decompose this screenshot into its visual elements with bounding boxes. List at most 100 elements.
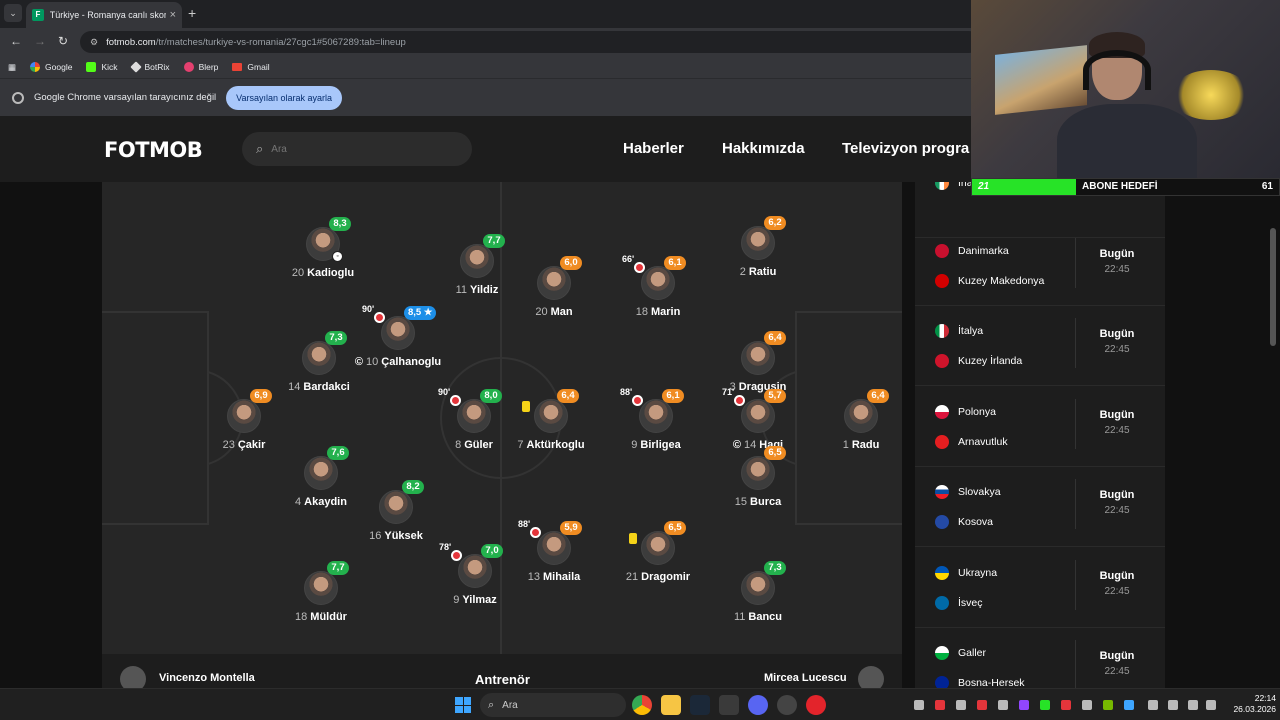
- fotmob-logo[interactable]: FOTMOB: [104, 138, 203, 162]
- player-number: 2: [739, 266, 746, 278]
- fixture-day: Bugün: [1099, 650, 1135, 662]
- player-name: 15 Burca: [698, 496, 818, 508]
- nav-news[interactable]: Haberler: [623, 140, 684, 157]
- search-box[interactable]: ⌕: [242, 132, 472, 166]
- bookmark-botrix[interactable]: BotRix: [129, 61, 170, 73]
- taskbar-search[interactable]: ⌕ Ara: [480, 693, 626, 717]
- player-away[interactable]: 6,4 3 Dragusin: [698, 331, 818, 401]
- player-name-text: Çalhanoglu: [381, 356, 442, 368]
- player-away[interactable]: 6,4 1 Radu: [801, 389, 902, 459]
- yellow-card-icon: [629, 533, 637, 544]
- fixture-time: 22:45: [1104, 586, 1130, 597]
- browser-tab[interactable]: F Türkiye - Romanya canlı skor, ta ×: [26, 2, 182, 28]
- player-name-text: Bancu: [748, 611, 783, 623]
- player-name-text: Kadioglu: [307, 267, 355, 279]
- team-name: Arnavutluk: [958, 436, 1008, 448]
- discord-icon[interactable]: [748, 695, 768, 715]
- youtube-icon[interactable]: [806, 695, 826, 715]
- player-away[interactable]: 6,2 2 Ratiu: [698, 216, 818, 286]
- player-photo: [741, 399, 775, 433]
- app-icon[interactable]: [777, 695, 797, 715]
- player-away[interactable]: 5,7 71' © 14 Hagi: [698, 387, 818, 459]
- player-home[interactable]: 7,7 18 Müldür: [261, 561, 381, 631]
- apps-icon[interactable]: ▦: [8, 62, 16, 73]
- tray-icon[interactable]: [1061, 700, 1071, 710]
- sub-minute: 90': [362, 304, 375, 314]
- tray-icon[interactable]: [1082, 700, 1092, 710]
- forward-icon[interactable]: →: [34, 34, 46, 48]
- player-away[interactable]: 5,9 88' 13 Mihaila: [494, 519, 614, 591]
- tab-search-button[interactable]: ⌄: [4, 4, 22, 22]
- player-home[interactable]: 7,3 14 Bardakci: [259, 331, 379, 401]
- scrollbar[interactable]: [1270, 228, 1276, 346]
- taskbar-clock[interactable]: 22:14 26.03.2026: [1224, 693, 1276, 715]
- file-explorer-icon[interactable]: [661, 695, 681, 715]
- player-photo: [304, 571, 338, 605]
- bookmark-gmail[interactable]: Gmail: [232, 62, 270, 72]
- tray-icon[interactable]: [1040, 700, 1050, 710]
- player-name-text: Aktürkoglu: [526, 439, 585, 451]
- player-number: 14: [288, 381, 301, 393]
- tray-icon[interactable]: [998, 700, 1008, 710]
- infobar-text: Google Chrome varsayılan tarayıcınız değ…: [34, 92, 217, 103]
- flag-icon: [935, 485, 949, 499]
- tray-icon[interactable]: [1019, 700, 1029, 710]
- network-icon[interactable]: [1188, 700, 1198, 710]
- streamer-avatar: [1057, 20, 1197, 178]
- fixture-row[interactable]: İtalya Kuzey İrlanda Bugün 22:45: [915, 306, 1165, 386]
- player-photo: [537, 531, 571, 565]
- windows-start-icon[interactable]: [455, 697, 471, 713]
- player-home[interactable]: 6,9 23 Çakir: [184, 389, 304, 459]
- chrome-taskbar-icon[interactable]: [632, 695, 652, 715]
- home-coach-name[interactable]: Vincenzo Montella: [159, 672, 255, 684]
- flag-icon: [935, 324, 949, 338]
- player-home[interactable]: 8,3 ◦ 20 Kadioglu: [263, 217, 383, 287]
- reload-icon[interactable]: ↻: [58, 34, 68, 48]
- back-icon[interactable]: ←: [10, 34, 22, 48]
- nav-about[interactable]: Hakkımızda: [722, 140, 805, 157]
- tray-icon[interactable]: [914, 700, 924, 710]
- fixture-row[interactable]: Polonya Arnavutluk Bugün 22:45: [915, 387, 1165, 467]
- tray-icon[interactable]: [977, 700, 987, 710]
- tray-icon[interactable]: [1124, 700, 1134, 710]
- nav-tv-guide[interactable]: Televizyon progra: [842, 140, 969, 157]
- player-photo: [741, 571, 775, 605]
- bookmark-google[interactable]: Google: [30, 62, 72, 72]
- player-away[interactable]: 6,0 20 Man: [494, 256, 614, 326]
- mic-icon[interactable]: [1168, 700, 1178, 710]
- fixture-row[interactable]: Danimarka Kuzey Makedonya Bugün 22:45: [915, 226, 1165, 306]
- player-away[interactable]: 6,5 15 Burca: [698, 446, 818, 516]
- streamer-body: [1057, 104, 1197, 178]
- tray-icon[interactable]: [956, 700, 966, 710]
- fixture-row[interactable]: Galler Bosna-Hersek Bugün 22:45: [915, 628, 1165, 688]
- fixture-row[interactable]: Ukrayna İsveç Bugün 22:45: [915, 548, 1165, 628]
- volume-icon[interactable]: [1206, 700, 1216, 710]
- tray-icon[interactable]: [1103, 700, 1113, 710]
- flag-icon: [935, 676, 949, 688]
- fixture-row[interactable]: Slovakya Kosova Bugün 22:45: [915, 467, 1165, 547]
- battery-icon[interactable]: [1148, 700, 1158, 710]
- bookmark-kick[interactable]: Kick: [86, 62, 118, 72]
- steam-icon[interactable]: [690, 695, 710, 715]
- player-photo: [537, 266, 571, 300]
- away-coach-name[interactable]: Mircea Lucescu: [764, 672, 847, 684]
- player-home[interactable]: 6,4 7 Aktürkoglu: [491, 389, 611, 459]
- app-icon[interactable]: [719, 695, 739, 715]
- player-home[interactable]: 8,2 16 Yüksek: [336, 480, 456, 550]
- site-info-icon[interactable]: ⚙: [90, 37, 98, 48]
- fixture-time: 22:45: [1104, 344, 1130, 355]
- bookmark-blerp[interactable]: Blerp: [183, 62, 218, 72]
- close-icon[interactable]: ×: [170, 9, 176, 21]
- clock-time: 22:14: [1254, 693, 1276, 703]
- search-input[interactable]: [271, 143, 442, 155]
- player-photo: [844, 399, 878, 433]
- player-number: 16: [369, 530, 382, 542]
- player-name-text: Müldür: [310, 611, 347, 623]
- player-away[interactable]: 7,3 11 Bancu: [698, 561, 818, 631]
- new-tab-button[interactable]: +: [188, 5, 196, 21]
- tray-icon[interactable]: [935, 700, 945, 710]
- player-name-text: Burca: [750, 496, 782, 508]
- url-input[interactable]: ⚙ fotmob.com/tr/matches/turkiye-vs-roman…: [80, 31, 980, 53]
- set-default-button[interactable]: Varsayılan olarak ayarla: [226, 85, 343, 110]
- fixture-team-away: Kosova: [935, 515, 993, 529]
